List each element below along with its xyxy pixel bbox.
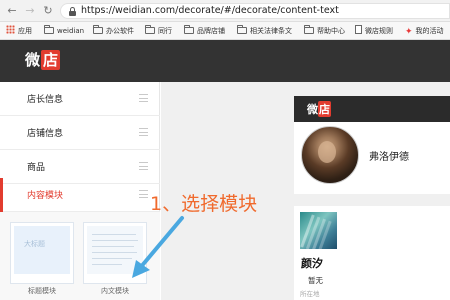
bookmark-help[interactable]: 帮助中心 bbox=[304, 25, 345, 37]
folder-icon bbox=[184, 25, 194, 34]
preview-profile[interactable]: 弗洛伊德 bbox=[294, 122, 450, 194]
card-thumbnail bbox=[300, 212, 337, 249]
bookmark-brand-shops[interactable]: 品牌店铺 bbox=[184, 25, 225, 37]
folder-icon bbox=[93, 25, 103, 34]
reload-icon[interactable]: ↻ bbox=[41, 4, 55, 18]
bookmark-laws[interactable]: 相关法律条文 bbox=[237, 25, 292, 37]
page-icon bbox=[355, 25, 362, 34]
folder-icon bbox=[44, 25, 54, 34]
folder-icon bbox=[145, 25, 155, 34]
preview-card[interactable]: 颜汐 暂无 所在地 bbox=[294, 206, 450, 300]
preview-logo-badge: 店 bbox=[318, 101, 331, 117]
title-module-preview-text: 大标题 bbox=[24, 240, 45, 248]
text-module-caption: 内文模块 bbox=[101, 287, 129, 295]
sidebar-item-label: 店铺信息 bbox=[27, 129, 64, 139]
card-title: 颜汐 bbox=[301, 257, 323, 270]
title-module-preview: 大标题 bbox=[14, 226, 70, 274]
butterfly-icon: ✦ bbox=[405, 27, 413, 37]
sidebar-item-label: 店长信息 bbox=[27, 95, 64, 105]
folder-icon bbox=[237, 25, 247, 34]
bookmark-label: 我的活动 bbox=[415, 27, 444, 35]
arrow-left-icon[interactable]: ← bbox=[5, 4, 19, 18]
bookmark-rules[interactable]: 微店规则 bbox=[355, 25, 393, 37]
bookmark-apps[interactable]: 应用 bbox=[6, 25, 32, 37]
address-bar[interactable]: https://weidian.com/decorate/#/decorate/… bbox=[60, 3, 450, 19]
preview-logo: 微店 bbox=[307, 101, 331, 117]
bookmark-label: weidian bbox=[57, 27, 85, 35]
bookmark-peers[interactable]: 同行 bbox=[145, 25, 172, 37]
lock-icon bbox=[69, 7, 76, 16]
bookmark-label: 微店规则 bbox=[365, 27, 393, 35]
logo-text: 微 bbox=[25, 51, 41, 69]
bookmark-label: 应用 bbox=[18, 27, 32, 35]
browser-toolbar: ← → ↻ https://weidian.com/decorate/#/dec… bbox=[0, 0, 450, 22]
annotation-arrow-icon bbox=[132, 216, 184, 278]
bookmark-label: 同行 bbox=[158, 27, 172, 35]
apps-grid-icon bbox=[6, 25, 15, 34]
drag-handle-icon[interactable] bbox=[139, 128, 148, 136]
title-module-tile[interactable]: 大标题 bbox=[10, 222, 74, 284]
bookmark-office[interactable]: 办公软件 bbox=[93, 25, 134, 37]
title-module-caption: 标题模块 bbox=[28, 287, 56, 295]
sidebar-item-owner-info[interactable]: 店长信息 bbox=[0, 82, 160, 116]
bookmarks-bar: 应用 weidian 办公软件 同行 品牌店铺 相关法律条文 帮助中心 微店规则… bbox=[0, 22, 450, 40]
weidian-logo[interactable]: 微店 bbox=[25, 50, 61, 70]
drag-handle-icon[interactable] bbox=[139, 94, 148, 102]
profile-name: 弗洛伊德 bbox=[369, 152, 409, 163]
drag-handle-icon[interactable] bbox=[139, 162, 148, 170]
bookmark-my-activity[interactable]: ✦ 我的活动 bbox=[405, 25, 444, 37]
avatar bbox=[301, 126, 359, 184]
arrow-right-icon[interactable]: → bbox=[23, 4, 37, 18]
app-header: 微店 bbox=[0, 40, 450, 82]
preview-header: 微店 bbox=[294, 96, 450, 122]
sidebar-item-shop-info[interactable]: 店铺信息 bbox=[0, 116, 160, 150]
card-location: 所在地 bbox=[300, 290, 320, 298]
logo-badge: 店 bbox=[41, 50, 61, 70]
bookmark-label: 相关法律条文 bbox=[250, 27, 292, 35]
card-status: 暂无 bbox=[308, 276, 323, 285]
folder-icon bbox=[304, 25, 314, 34]
sidebar-item-label: 内容模块 bbox=[27, 191, 64, 201]
preview-logo-text: 微 bbox=[307, 103, 318, 116]
sidebar-item-label: 商品 bbox=[27, 163, 46, 173]
bookmark-weidian[interactable]: weidian bbox=[44, 25, 84, 37]
bookmark-label: 帮助中心 bbox=[317, 27, 345, 35]
bookmark-label: 办公软件 bbox=[106, 27, 134, 35]
url-text: https://weidian.com/decorate/#/decorate/… bbox=[81, 5, 339, 16]
bookmark-label: 品牌店铺 bbox=[197, 27, 225, 35]
drag-handle-icon[interactable] bbox=[139, 190, 148, 198]
